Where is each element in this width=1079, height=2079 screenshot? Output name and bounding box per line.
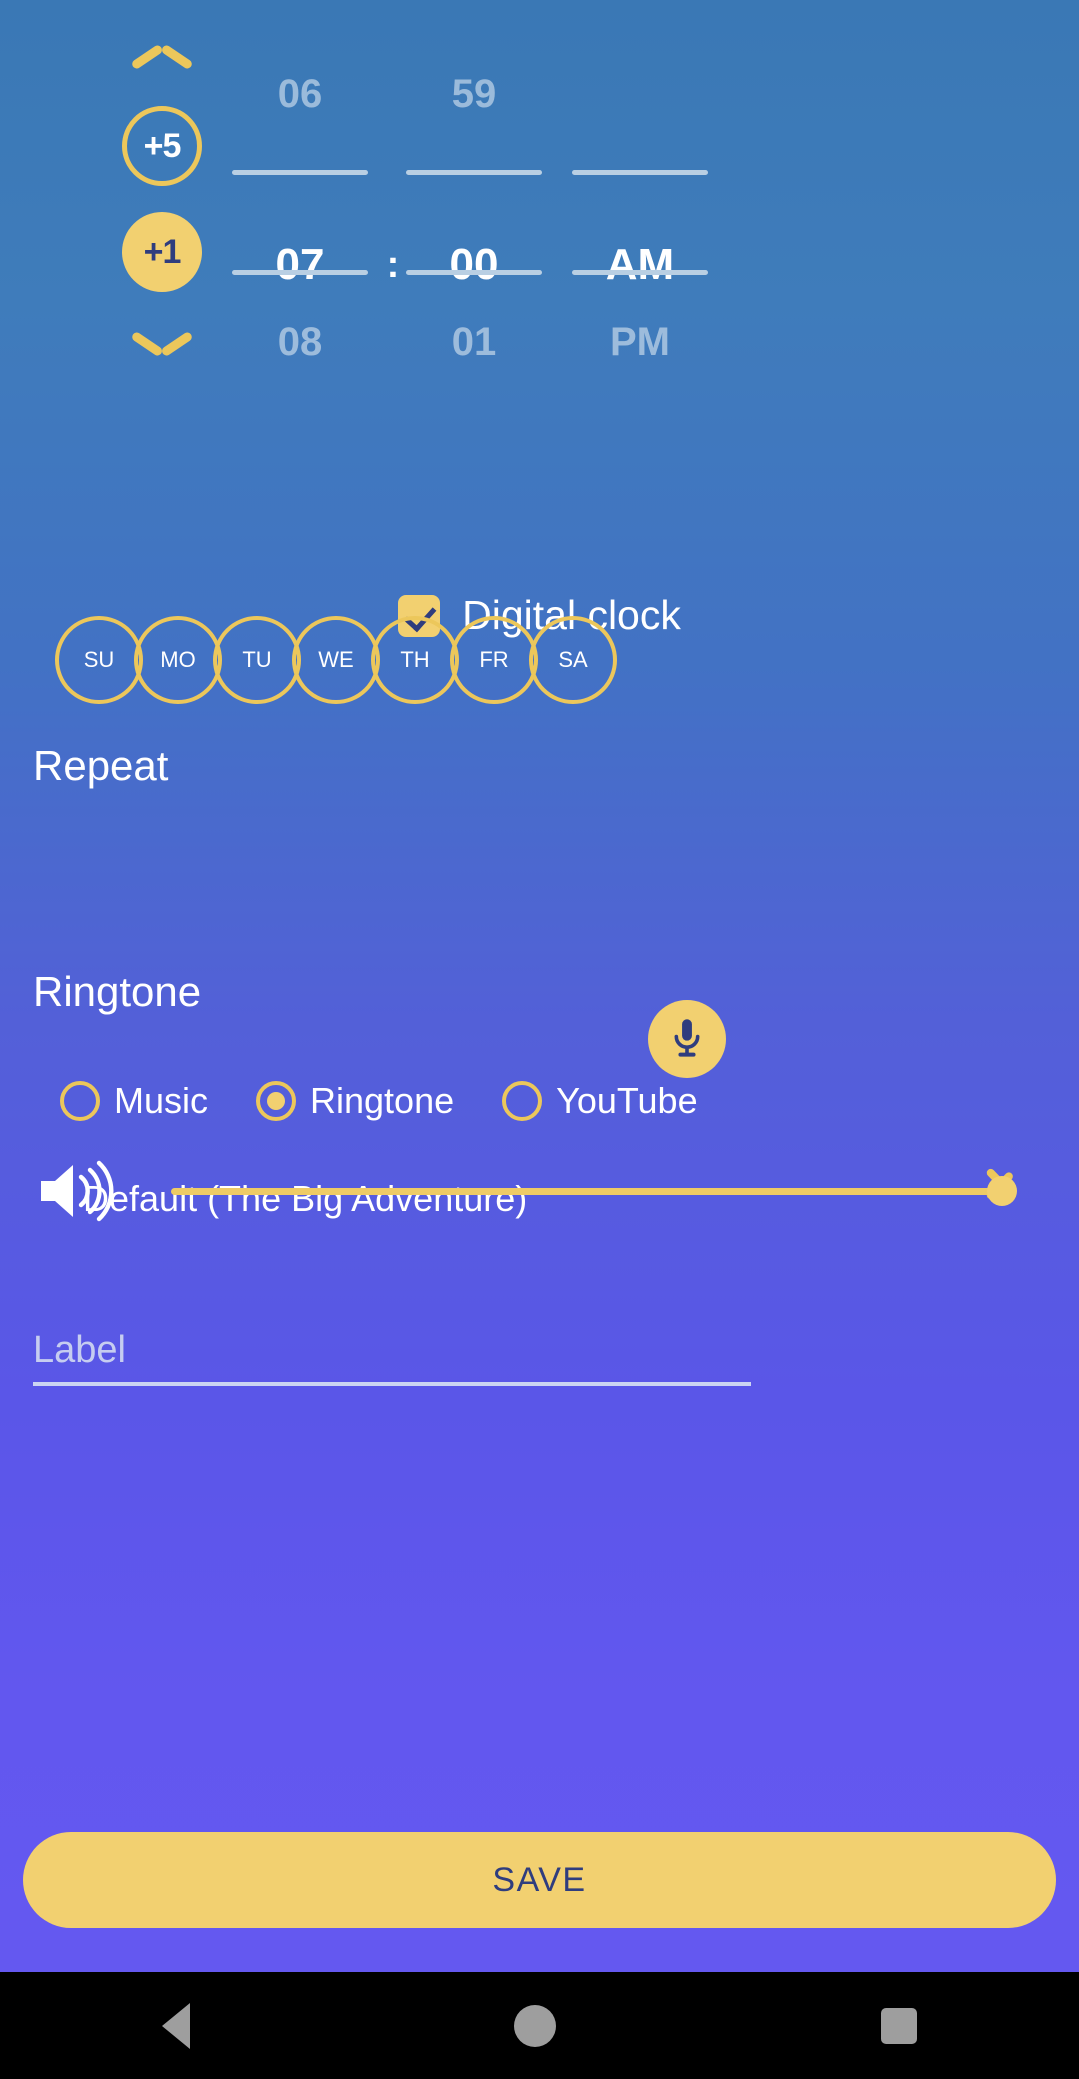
minute-wheel[interactable]: 59 00 01: [406, 52, 542, 412]
back-triangle-icon[interactable]: [162, 2002, 191, 2049]
plus-5-label: +5: [143, 126, 182, 165]
ringtone-option-ringtone[interactable]: Ringtone: [256, 1080, 454, 1122]
save-button[interactable]: SAVE: [23, 1832, 1056, 1928]
time-picker: +5 +1 06 07 08 : 59 00 01 AM PM: [0, 0, 1079, 500]
day-toggle-tu[interactable]: TU: [213, 616, 301, 704]
hour-rule-top: [232, 170, 368, 175]
day-label: TH: [400, 647, 430, 672]
minute-rule-bottom: [406, 270, 542, 275]
hour-rule-bottom: [232, 270, 368, 275]
ringtone-section-title: Ringtone: [33, 968, 202, 1015]
minute-next-value[interactable]: 01: [406, 320, 542, 365]
plus-5-button[interactable]: +5: [122, 106, 202, 186]
hour-wheel[interactable]: 06 07 08: [232, 52, 368, 412]
hour-next-value[interactable]: 08: [232, 320, 368, 365]
meridiem-wheel[interactable]: AM PM: [572, 52, 708, 412]
day-toggle-we[interactable]: WE: [292, 616, 380, 704]
chevron-down-icon[interactable]: [133, 318, 191, 352]
volume-track[interactable]: [171, 1187, 1009, 1195]
volume-row: [33, 1156, 1045, 1226]
alarm-editor-screen: +5 +1 06 07 08 : 59 00 01 AM PM Digital …: [0, 0, 1079, 2079]
recents-square-icon[interactable]: [880, 2007, 917, 2044]
android-navigation-bar: [0, 1972, 1079, 2079]
hour-current-value[interactable]: 07: [232, 240, 368, 290]
repeat-days-row: SU MO TU WE TH FR SA: [55, 616, 617, 704]
minute-rule-top: [406, 170, 542, 175]
home-circle-icon[interactable]: [514, 2004, 557, 2047]
day-label: FR: [479, 647, 509, 672]
volume-thumb[interactable]: [987, 1176, 1017, 1206]
day-label: MO: [160, 647, 196, 672]
ringtone-option-label: Music: [114, 1080, 209, 1121]
radio-icon[interactable]: [502, 1081, 543, 1121]
day-toggle-su[interactable]: SU: [55, 616, 143, 704]
ringtone-option-label: YouTube: [556, 1080, 698, 1121]
chevron-up-icon[interactable]: [133, 50, 191, 84]
day-toggle-sa[interactable]: SA: [529, 616, 617, 704]
chevron-down-wrapper: [133, 318, 191, 352]
minute-current-value[interactable]: 00: [406, 240, 542, 290]
radio-icon-selected[interactable]: [256, 1081, 297, 1121]
time-wheels: 06 07 08 : 59 00 01 AM PM: [232, 52, 732, 412]
volume-up-icon[interactable]: [33, 1156, 125, 1226]
ringtone-source-radiogroup: Music Ringtone YouTube: [60, 1080, 746, 1122]
hour-prev-value[interactable]: 06: [232, 72, 368, 117]
label-field-wrapper: [33, 1318, 751, 1386]
day-label: WE: [318, 647, 354, 672]
time-stepper-column: +5 +1: [122, 50, 202, 352]
ringtone-option-label: Ringtone: [310, 1080, 455, 1121]
volume-slider[interactable]: [171, 1174, 1017, 1208]
meridiem-current-value[interactable]: AM: [572, 240, 708, 290]
plus-1-label: +1: [143, 232, 182, 271]
ringtone-option-youtube[interactable]: YouTube: [502, 1080, 698, 1122]
radio-icon[interactable]: [60, 1081, 100, 1121]
day-toggle-fr[interactable]: FR: [450, 616, 538, 704]
day-toggle-mo[interactable]: MO: [134, 616, 222, 704]
meridiem-rule-bottom: [572, 270, 708, 275]
day-label: TU: [242, 647, 272, 672]
day-label: SU: [83, 647, 115, 672]
day-label: SA: [558, 647, 588, 672]
time-separator: :: [386, 244, 400, 286]
meridiem-rule-top: [572, 170, 708, 175]
plus-1-button[interactable]: +1: [122, 212, 202, 292]
meridiem-next-value[interactable]: PM: [572, 320, 708, 365]
minute-prev-value[interactable]: 59: [406, 72, 542, 117]
voice-input-button[interactable]: [648, 1000, 726, 1078]
label-input[interactable]: [33, 1318, 751, 1386]
microphone-icon: [674, 1019, 700, 1057]
day-toggle-th[interactable]: TH: [371, 616, 459, 704]
repeat-section-title: Repeat: [33, 742, 169, 789]
ringtone-option-music[interactable]: Music: [60, 1080, 208, 1122]
